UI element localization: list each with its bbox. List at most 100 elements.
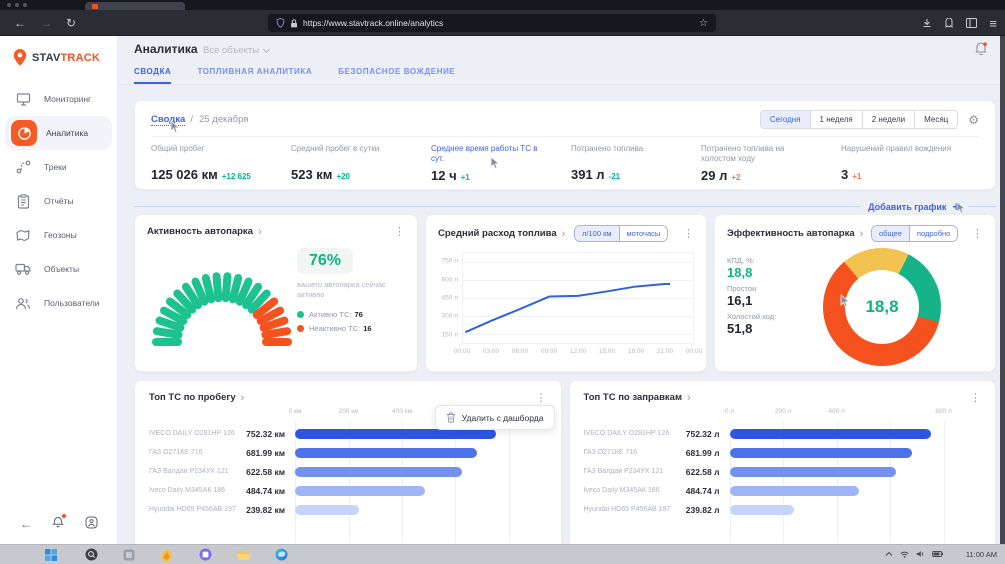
logo-text: STAVTRACK <box>32 52 100 64</box>
bar[interactable] <box>730 505 794 515</box>
tab-3[interactable]: БЕЗОПАСНОЕ ВОЖДЕНИЕ <box>338 67 455 84</box>
bar[interactable] <box>295 429 496 439</box>
page-scrollbar[interactable] <box>1000 36 1005 544</box>
sidebar-item-reports[interactable]: Отчёты <box>0 184 117 218</box>
vehicle-value: 484.74 л <box>676 486 730 496</box>
y-tick-label: 600 л <box>442 276 458 283</box>
file-explorer-icon[interactable] <box>237 548 250 561</box>
sidebar-item-analytics[interactable]: Аналитика <box>5 116 112 150</box>
vehicle-value: 681.99 л <box>676 448 730 458</box>
bar[interactable] <box>295 448 477 458</box>
bar-track <box>730 505 982 515</box>
system-tray[interactable] <box>885 550 943 558</box>
metric: Потрачено топлива391 л-21 <box>571 144 701 183</box>
metric: Общий пробег125 026 км+12 625 <box>151 144 291 183</box>
analytics-icon <box>11 120 37 146</box>
bar[interactable] <box>295 467 462 477</box>
bar[interactable] <box>295 486 425 496</box>
metric-number: 391 л <box>571 167 605 182</box>
metric-label[interactable]: Среднее время работы ТС в сут. <box>431 144 549 165</box>
reload-button[interactable]: ↻ <box>66 17 76 29</box>
stavtrack-logo[interactable]: STAVTRACK <box>12 48 100 67</box>
x-tick-label: 03:00 <box>483 348 499 355</box>
metric-label: Потрачено топлива <box>571 144 689 164</box>
toggle-button[interactable]: общее <box>872 226 910 241</box>
search-app-icon[interactable] <box>85 548 98 561</box>
url-bar[interactable]: https://www.stavtrack.online/analytics ☆ <box>268 14 716 32</box>
app-icon[interactable] <box>123 548 136 561</box>
bar[interactable] <box>730 486 860 496</box>
range-button[interactable]: Сегодня <box>761 111 811 128</box>
bar[interactable] <box>295 505 359 515</box>
notifications-bell-icon[interactable] <box>52 516 64 532</box>
metric-value: 12 ч+1 <box>431 168 571 183</box>
kebab-menu-icon[interactable]: ⋮ <box>677 227 694 240</box>
edge-browser-icon[interactable] <box>275 548 288 561</box>
kebab-menu-icon[interactable]: ⋮ <box>966 227 983 240</box>
windows-start-icon[interactable] <box>45 548 58 561</box>
bar[interactable] <box>730 429 931 439</box>
add-graph-button[interactable]: Добавить график + <box>860 199 968 214</box>
delete-from-dashboard-item[interactable]: Удалить с дашборда <box>462 413 544 423</box>
app-notifications-icon[interactable] <box>974 41 988 55</box>
plus-icon: + <box>952 199 960 214</box>
collapse-sidebar-icon[interactable]: ← <box>20 517 32 531</box>
summary-separator: / <box>190 114 193 125</box>
main-content: Аналитика Все объекты СВОДКАТОПЛИВНАЯ АН… <box>118 36 1000 544</box>
bar[interactable] <box>730 467 897 477</box>
avg-fuel-card: Средний расход топлива › л/100 кммоточас… <box>425 214 707 372</box>
back-button[interactable]: ← <box>14 17 26 29</box>
range-button[interactable]: 2 недели <box>863 111 915 128</box>
gauge-segment <box>217 276 219 298</box>
sidebar-toggle-icon[interactable] <box>966 18 977 28</box>
card-title[interactable]: Средний расход топлива <box>438 228 557 239</box>
chevron-right-icon: › <box>562 228 566 240</box>
browser-tab[interactable] <box>85 2 185 10</box>
summary-breadcrumb-link[interactable]: Сводка <box>151 114 185 126</box>
range-button[interactable]: 1 неделя <box>811 111 863 128</box>
card-context-menu[interactable]: Удалить с дашборда <box>435 405 555 430</box>
sidebar-item-users[interactable]: Пользователи <box>0 286 117 320</box>
card-title[interactable]: Активность автопарка <box>147 226 253 237</box>
card-title[interactable]: Топ ТС по пробегу <box>149 392 236 403</box>
forward-button[interactable]: → <box>40 17 52 29</box>
x-tick-label: 21:00 <box>657 348 673 355</box>
card-title[interactable]: Эффективность автопарка <box>727 228 855 239</box>
kebab-menu-icon[interactable]: ⋮ <box>388 225 405 238</box>
app-icon-purple[interactable] <box>199 548 212 561</box>
toggle-button[interactable]: подробно <box>910 226 957 241</box>
vehicle-name: IVECO DAILY О281НР 126 <box>584 430 676 437</box>
fuel-line-chart <box>462 252 694 344</box>
toggle-button[interactable]: л/100 км <box>575 226 620 241</box>
summary-date: 25 декабря <box>199 114 248 125</box>
bookmark-star-icon[interactable]: ☆ <box>699 18 708 29</box>
bar-track <box>295 467 547 477</box>
metric: Средний пробег в сутки523 км+20 <box>291 144 431 183</box>
sidebar-item-tracks[interactable]: Треки <box>0 150 117 184</box>
metric-number: 523 км <box>291 167 332 182</box>
sidebar-item-monitoring[interactable]: Мониторинг <box>0 82 117 116</box>
bar[interactable] <box>730 448 912 458</box>
url-text[interactable]: https://www.stavtrack.online/analytics <box>303 18 699 28</box>
kebab-menu-icon[interactable]: ⋮ <box>530 391 547 404</box>
geozones-icon <box>14 226 32 244</box>
toggle-button[interactable]: моточасы <box>620 226 668 241</box>
vehicle-name: ГАЗ О271КЕ 716 <box>149 449 241 456</box>
menu-icon[interactable]: ≡ <box>989 17 997 30</box>
chevron-down-icon <box>263 45 270 52</box>
app-icon-flame[interactable] <box>161 548 174 561</box>
tab-1[interactable]: СВОДКА <box>134 67 171 84</box>
sidebar-item-geozones[interactable]: Геозоны <box>0 218 117 252</box>
objects-filter-dropdown[interactable]: Все объекты <box>203 45 269 56</box>
gear-icon[interactable]: ⚙ <box>968 113 979 127</box>
taskbar-clock[interactable]: 11:00 AM <box>966 550 997 559</box>
tab-2[interactable]: ТОПЛИВНАЯ АНАЛИТИКА <box>197 67 312 84</box>
account-icon[interactable] <box>85 516 98 532</box>
chevron-right-icon: › <box>860 228 864 240</box>
kebab-menu-icon[interactable]: ⋮ <box>964 391 981 404</box>
range-button[interactable]: Месяц <box>915 111 957 128</box>
extension-icon[interactable] <box>944 18 954 28</box>
sidebar-item-objects[interactable]: Объекты <box>0 252 117 286</box>
downloads-icon[interactable] <box>922 18 932 28</box>
card-title[interactable]: Топ ТС по заправкам <box>584 392 682 403</box>
